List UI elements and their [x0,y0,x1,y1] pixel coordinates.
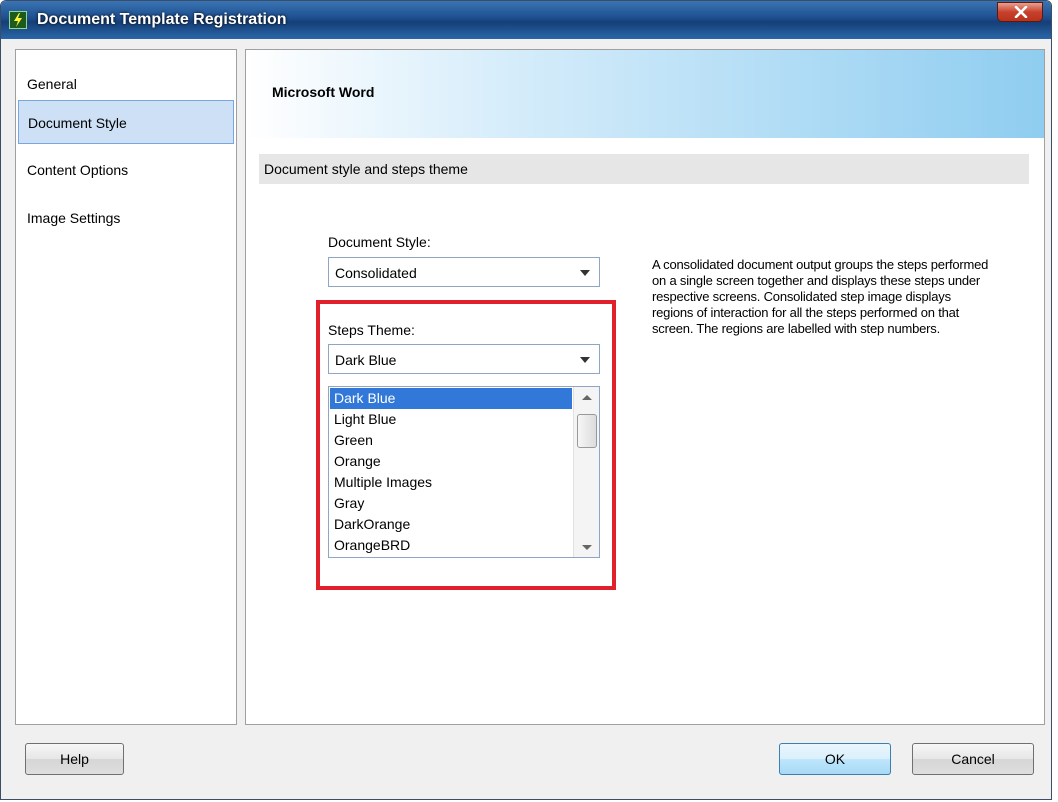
sidebar-item-content-options[interactable]: Content Options [18,148,234,192]
close-button[interactable] [997,2,1043,22]
help-button[interactable]: Help [25,743,124,775]
section-header: Document style and steps theme [259,154,1029,184]
document-style-value: Consolidated [335,265,417,281]
annotation-highlight-box [316,300,616,590]
main-panel: Microsoft Word Document style and steps … [245,49,1045,725]
cancel-button[interactable]: Cancel [912,743,1034,775]
chevron-down-icon [580,270,590,276]
document-style-description: A consolidated document output groups th… [652,257,989,336]
close-icon [1014,6,1028,18]
lightning-app-icon [9,11,27,29]
header-banner: Microsoft Word [246,50,1044,138]
dialog-window: Document Template Registration General D… [0,0,1052,800]
ok-button[interactable]: OK [779,743,891,775]
title-bar[interactable]: Document Template Registration [1,1,1051,39]
sidebar-item-image-settings[interactable]: Image Settings [18,196,234,240]
document-style-dropdown[interactable]: Consolidated [328,257,600,287]
sidebar-nav: General Document Style Content Options I… [15,49,237,725]
banner-title: Microsoft Word [272,84,375,100]
window-title: Document Template Registration [37,11,287,28]
document-style-label: Document Style: [328,234,431,250]
dialog-client-area: General Document Style Content Options I… [7,39,1047,793]
sidebar-item-document-style[interactable]: Document Style [18,100,234,144]
